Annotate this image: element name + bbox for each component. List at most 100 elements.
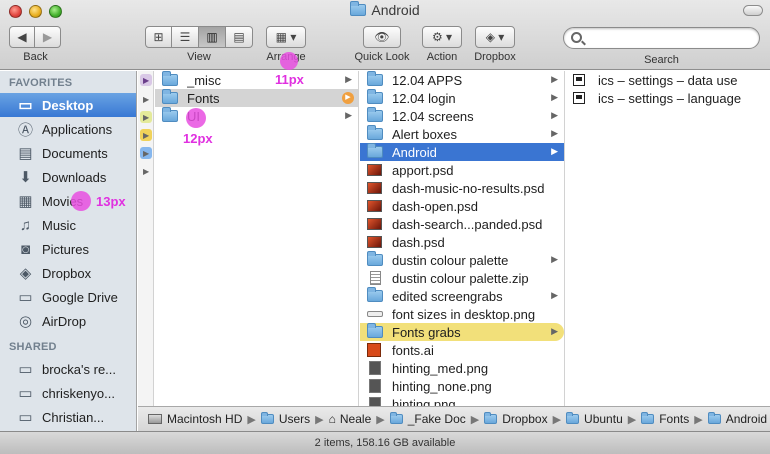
column-view-button[interactable]: ▥ [199,26,226,48]
finder-window: Android ◀ ▶ Back ⊞ ☰ ▥ ▤ View ▦ ▾ Arrang… [0,0,770,454]
dropbox-button[interactable]: ◈ ▾ [475,26,515,48]
sidebar-item-shared-2[interactable]: ▭ chriskenyo... [0,381,136,405]
search-field[interactable] [563,27,760,49]
path-item-neale[interactable]: ⌂ Neale [329,412,372,426]
list-item[interactable]: 12.04 login ▶ [360,89,564,107]
list-item[interactable]: hinting.png [360,395,564,406]
sidebar-item-desktop[interactable]: ▭ Desktop [0,93,136,117]
list-item[interactable]: dash-music-no-results.psd [360,179,564,197]
list-item[interactable]: fonts.ai [360,341,564,359]
sidebar-item-dropbox[interactable]: ◈ Dropbox [0,261,136,285]
list-item[interactable]: ics – settings – data use [566,71,770,89]
item-name: 12.04 screens [392,108,474,124]
sidebar-item-google-drive[interactable]: ▭ Google Drive [0,285,136,309]
path-separator-icon: ▶ [470,413,480,426]
list-item[interactable]: hinting_none.png [360,377,564,395]
path-label: Ubuntu [584,412,623,426]
search-input[interactable] [586,30,754,46]
list-item[interactable]: apport.psd [360,161,564,179]
list-item[interactable]: Alert boxes ▶ [360,125,564,143]
annotation-label: 13px [96,194,126,209]
list-item-selected[interactable]: Android ▶ [360,143,564,161]
zip-icon [367,271,385,285]
list-item[interactable]: Fonts ▶ [155,89,358,107]
document-icon [573,91,591,105]
window-controls [9,5,62,18]
desktop-icon: ▭ [18,97,33,114]
sidebar-item-pictures[interactable]: ◙ Pictures [0,237,136,261]
cover-flow-icon: ▤ [233,30,245,44]
list-item[interactable]: font sizes in desktop.png [360,305,564,323]
sidebar-item-downloads[interactable]: ⬇ Downloads [0,165,136,189]
back-button[interactable]: ◀ [9,26,35,48]
sidebar-item-applications[interactable]: Ⓐ Applications [0,117,136,141]
psd-icon [367,199,385,213]
item-name: dash-search...panded.psd [392,216,543,232]
item-name: Fonts [187,90,220,106]
computer-icon: ▭ [18,409,33,426]
path-item-fonts[interactable]: Fonts [641,412,689,426]
dropbox-group: ◈ ▾ Dropbox [473,26,517,63]
view-label: View [187,51,211,63]
back-label: Back [23,51,48,63]
list-item[interactable]: dustin colour palette ▶ [360,251,564,269]
toolbar-toggle-button[interactable] [743,5,763,16]
close-window-button[interactable] [9,5,22,18]
minimize-window-button[interactable] [29,5,42,18]
path-item-users[interactable]: Users [260,412,310,426]
sidebar-item-label: Dropbox [42,265,92,281]
list-item[interactable]: Fonts grabs ▶ [360,323,564,341]
sidebar-item-airdrop[interactable]: ◎ AirDrop [0,309,136,333]
list-view-button[interactable]: ☰ [172,26,199,48]
list-item[interactable]: dash-open.psd [360,197,564,215]
column-0[interactable]: ▶ ▶ ▶ ▶ ▶ ▶ [138,71,154,406]
disclosure-arrow-icon: ▶ [143,76,150,85]
column-browser: ▶ ▶ ▶ ▶ ▶ ▶ _misc ▶ Fonts ▶ U [138,71,770,406]
icon-view-button[interactable]: ⊞ [145,26,172,48]
list-item[interactable]: dash-search...panded.psd [360,215,564,233]
list-item[interactable]: _misc ▶ [155,71,358,89]
item-name: ics – settings – language [598,90,742,106]
item-name: Android [392,144,437,160]
sidebar-item-music[interactable]: ♫ Music [0,213,136,237]
folder-icon [162,107,180,123]
computer-icon: ▭ [18,361,33,378]
path-item-android[interactable]: Android [707,412,767,426]
list-item[interactable]: dustin colour palette.zip [360,269,564,287]
path-separator-icon: ▶ [315,413,324,426]
folder-icon [260,412,274,424]
path-item-fake-doc[interactable]: _Fake Doc [389,412,466,426]
sidebar-item-shared-1[interactable]: ▭ brocka's re... [0,357,136,381]
path-item-dropbox[interactable]: Dropbox [484,412,548,426]
sidebar-item-shared-3[interactable]: ▭ Christian... [0,405,136,429]
zoom-window-button[interactable] [49,5,62,18]
sidebar-item-label: Music [42,217,76,233]
item-name: dustin colour palette [392,252,509,268]
folder-icon [367,287,385,303]
arrange-button[interactable]: ▦ ▾ [266,26,306,48]
list-item[interactable]: 12.04 screens ▶ [360,107,564,125]
list-item[interactable]: dash.psd [360,233,564,251]
cover-flow-button[interactable]: ▤ [226,26,253,48]
forward-button[interactable]: ▶ [35,26,61,48]
action-button[interactable]: ⚙ ▾ [422,26,462,48]
path-item-macintosh-hd[interactable]: Macintosh HD [148,412,242,426]
list-item[interactable]: edited screengrabs ▶ [360,287,564,305]
action-group: ⚙ ▾ Action [422,26,462,63]
quick-look-label: Quick Look [354,51,410,63]
item-name: Fonts grabs [392,324,461,340]
list-item[interactable]: ics – settings – language [566,89,770,107]
folder-icon [367,107,385,123]
path-label: Fonts [659,412,690,426]
list-item[interactable]: hinting_med.png [360,359,564,377]
shared-heading: SHARED [9,341,57,353]
list-item[interactable]: 12.04 APPS ▶ [360,71,564,89]
sidebar-item-documents[interactable]: ▤ Documents [0,141,136,165]
path-label: Neale [339,412,372,426]
folder-icon [389,412,403,424]
item-name: edited screengrabs [392,288,503,304]
path-item-ubuntu[interactable]: Ubuntu [566,412,623,426]
annotation-label: 11px [275,72,304,87]
quick-look-button[interactable]: 👁 [363,26,401,48]
item-name: Alert boxes [392,126,458,142]
